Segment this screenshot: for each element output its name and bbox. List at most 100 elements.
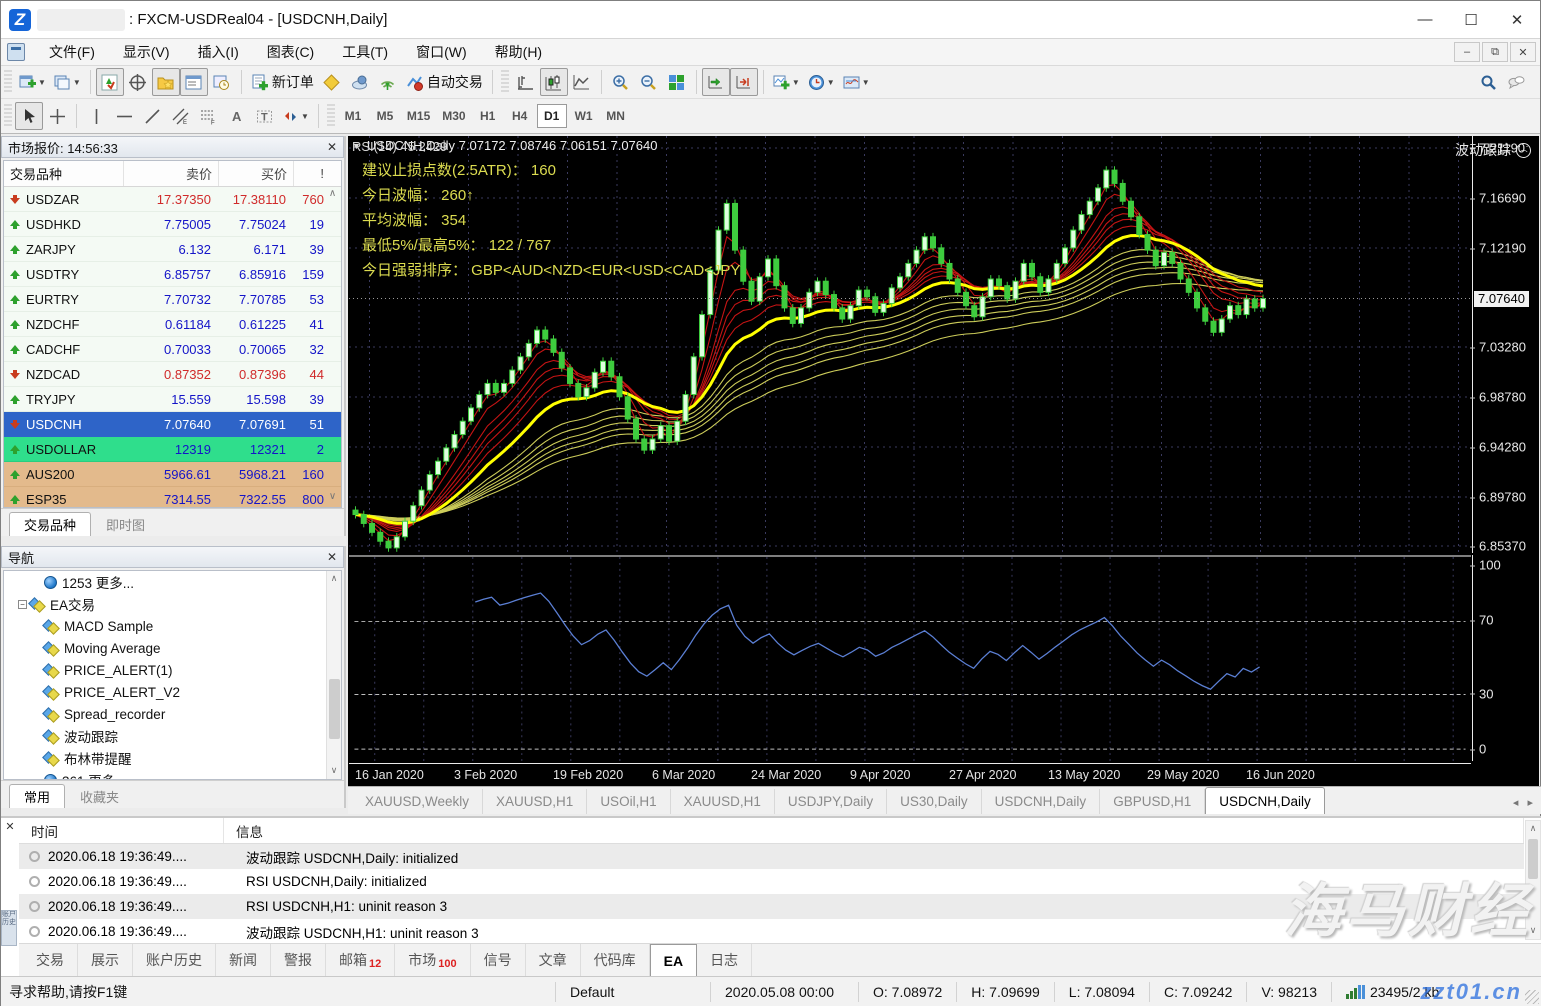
navigator-close-icon[interactable]: ✕	[327, 550, 337, 564]
market-watch-row[interactable]: ESP35 7314.55 7322.55 800	[4, 487, 341, 507]
timeframe-mn[interactable]: MN	[601, 104, 631, 128]
rsi-axis[interactable]: 100 70 30 0	[1469, 555, 1538, 761]
market-watch-row[interactable]: AUS200 5966.61 5968.21 160	[4, 462, 341, 487]
profiles-button[interactable]: ▼	[50, 68, 85, 96]
terminal-toggle[interactable]	[179, 68, 208, 96]
data-window-toggle[interactable]	[124, 68, 152, 96]
column-spread[interactable]: !	[294, 161, 330, 186]
navigator-scrollbar[interactable]: ∧ ∨	[326, 571, 341, 779]
navigator-toggle[interactable]	[151, 68, 180, 96]
time-axis[interactable]: 16 Jan 2020 3 Feb 2020 19 Feb 2020 6 Mar 20…	[349, 763, 1471, 785]
text-label-tool[interactable]: T	[250, 102, 278, 130]
column-time[interactable]: 时间	[19, 818, 224, 843]
autotrading-button[interactable]: 自动交易	[402, 68, 487, 96]
column-ask[interactable]: 买价	[219, 161, 294, 186]
timeframe-m5[interactable]: M5	[370, 104, 400, 128]
market-watch-toggle[interactable]	[95, 68, 124, 96]
terminal-tab-新闻[interactable]: 新闻	[216, 943, 271, 977]
navigator-caption[interactable]: 导航 ✕	[1, 546, 344, 568]
mdi-restore-button[interactable]: ⧉	[1482, 42, 1508, 62]
navigator-item-2[interactable]: MACD Sample	[4, 615, 341, 637]
log-row[interactable]: 2020.06.18 19:36:49.... 波动跟踪 USDCNH,Daily…	[19, 844, 1524, 869]
maximize-button[interactable]: ☐	[1448, 2, 1494, 38]
equidistant-channel-tool[interactable]: E	[166, 102, 194, 130]
community-chat-button[interactable]	[1502, 68, 1530, 96]
signals-button[interactable]	[374, 68, 402, 96]
indicator-face-icon[interactable]	[1516, 141, 1531, 160]
market-watch-row[interactable]: EURTRY 7.70732 7.70785 53	[4, 287, 341, 312]
experts-community-button[interactable]	[346, 68, 374, 96]
candlestick-chart-button[interactable]	[539, 68, 568, 96]
chart-shift-button[interactable]	[729, 68, 758, 96]
menu-item-6[interactable]: 帮助(H)	[481, 39, 556, 66]
line-chart-button[interactable]	[568, 68, 596, 96]
timeframe-m15[interactable]: M15	[402, 104, 435, 128]
navigator-tab-常用[interactable]: 常用	[9, 784, 66, 808]
market-watch-row[interactable]: USDCNH 7.07640 7.07691 51	[4, 412, 341, 437]
scroll-down-icon[interactable]: ∨	[325, 491, 340, 506]
terminal-tab-邮箱[interactable]: 邮箱 12	[326, 943, 396, 977]
terminal-tab-展示[interactable]: 展示	[78, 943, 133, 977]
navigator-item-7[interactable]: 波动跟踪	[4, 725, 341, 747]
market-watch-row[interactable]: NZDCHF 0.61184 0.61225 41	[4, 312, 341, 337]
terminal-tab-交易[interactable]: 交易	[23, 943, 78, 977]
periods-button[interactable]: ▼	[804, 68, 839, 96]
column-message[interactable]: 信息	[224, 818, 1524, 843]
column-bid[interactable]: 卖价	[124, 161, 219, 186]
zoom-in-button[interactable]	[607, 68, 635, 96]
expand-collapse-icon[interactable]: −	[18, 599, 27, 609]
market-watch-tab-即时图[interactable]: 即时图	[91, 512, 160, 536]
menu-item-4[interactable]: 工具(T)	[328, 39, 402, 66]
chart-tab-3[interactable]: XAUUSD,H1	[671, 789, 775, 814]
timeframe-m30[interactable]: M30	[437, 104, 470, 128]
navigator-item-0[interactable]: 1253 更多...	[4, 571, 341, 593]
navigator-item-5[interactable]: PRICE_ALERT_V2	[4, 681, 341, 703]
log-row[interactable]: 2020.06.18 19:36:49.... 波动跟踪 USDCNH,H1: u…	[19, 919, 1524, 944]
terminal-tab-EA[interactable]: EA	[649, 943, 698, 977]
timeframe-h4[interactable]: H4	[505, 104, 535, 128]
rsi-indicator-pane[interactable]	[349, 555, 1471, 761]
chart-tab-0[interactable]: XAUUSD,Weekly	[352, 789, 484, 814]
terminal-tab-账户历史[interactable]: 账户历史	[133, 943, 216, 977]
market-watch-row[interactable]: USDZAR 17.37350 17.38110 760	[4, 187, 341, 212]
menu-item-1[interactable]: 显示(V)	[109, 39, 184, 66]
menu-item-5[interactable]: 窗口(W)	[402, 39, 481, 66]
market-watch-row[interactable]: USDHKD 7.75005 7.75024 19	[4, 212, 341, 237]
bar-chart-button[interactable]	[512, 68, 540, 96]
menu-item-0[interactable]: 文件(F)	[35, 39, 109, 66]
log-row[interactable]: 2020.06.18 19:36:49.... RSI USDCNH,H1: un…	[19, 894, 1524, 919]
tile-windows-button[interactable]	[663, 68, 691, 96]
terminal-dock-handle[interactable]: 账户 历史	[1, 910, 17, 946]
cursor-tool[interactable]	[15, 102, 43, 130]
column-symbol[interactable]: 交易品种	[4, 161, 124, 186]
strategy-tester-toggle[interactable]	[208, 68, 236, 96]
market-watch-close-icon[interactable]: ✕	[327, 140, 337, 154]
menu-item-3[interactable]: 图表(C)	[253, 39, 328, 66]
chart-tab-8[interactable]: USDCNH,Daily	[1205, 787, 1325, 814]
navigator-item-8[interactable]: 布林带提醒	[4, 747, 341, 769]
terminal-tab-代码库[interactable]: 代码库	[581, 943, 650, 977]
navigator-item-1[interactable]: − EA交易	[4, 593, 341, 615]
templates-button[interactable]: ▼	[839, 68, 874, 96]
chart-tab-4[interactable]: USDJPY,Daily	[775, 789, 888, 814]
chart-tab-7[interactable]: GBPUSD,H1	[1100, 789, 1206, 814]
market-watch-row[interactable]: USDTRY 6.85757 6.85916 159	[4, 262, 341, 287]
toolbar-grip[interactable]	[4, 104, 12, 128]
tab-scroll-arrows[interactable]: ◂ ▸	[1513, 796, 1536, 809]
vertical-line-tool[interactable]	[82, 102, 110, 130]
navigator-item-9[interactable]: 361 更多...	[4, 769, 341, 779]
zoom-out-button[interactable]	[635, 68, 663, 96]
fibonacci-tool[interactable]: F	[194, 102, 222, 130]
mdi-close-button[interactable]: ✕	[1510, 42, 1536, 62]
mdi-minimize-button[interactable]: –	[1454, 42, 1480, 62]
price-axis[interactable]: 7.21190 7.16690 7.12190 7.03280 6.98780 6.942…	[1469, 136, 1538, 554]
trendline-tool[interactable]	[138, 102, 166, 130]
timeframe-m1[interactable]: M1	[338, 104, 368, 128]
chart-tab-1[interactable]: XAUUSD,H1	[483, 789, 588, 814]
chart-tab-5[interactable]: US30,Daily	[887, 789, 982, 814]
close-button[interactable]: ✕	[1494, 2, 1540, 38]
new-order-button[interactable]: 新订单	[247, 68, 318, 96]
text-tool[interactable]: A	[222, 102, 250, 130]
search-button[interactable]	[1474, 68, 1502, 96]
market-watch-row[interactable]: CADCHF 0.70033 0.70065 32	[4, 337, 341, 362]
